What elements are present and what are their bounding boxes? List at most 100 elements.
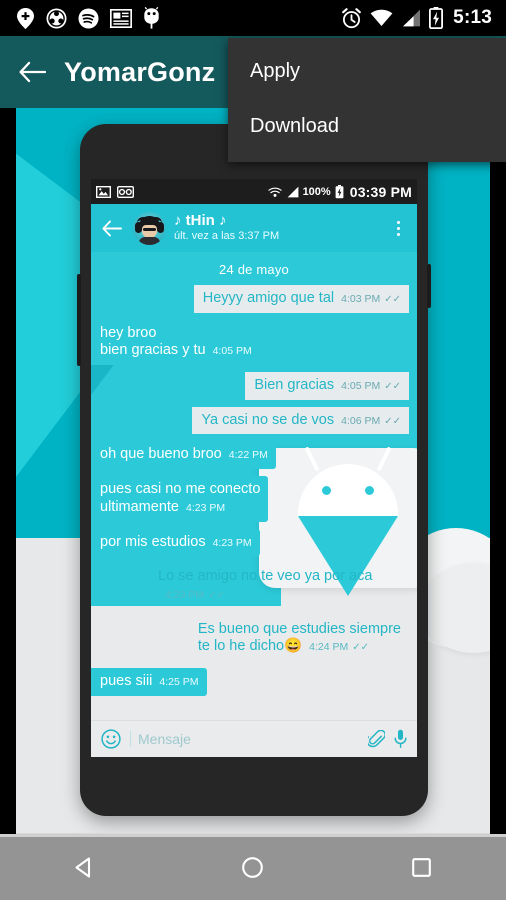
message-time: 4:06 PM <box>341 414 381 427</box>
message-bubble-out[interactable]: Bien gracias 4:05 PM ✓✓ <box>245 372 409 400</box>
menu-item-download[interactable]: Download <box>228 99 506 154</box>
message-bubble-out[interactable]: Ya casi no se de vos 4:06 PM ✓✓ <box>192 406 409 435</box>
message-text: Bien gracias <box>254 377 335 394</box>
wifi-icon <box>267 187 282 197</box>
news-layout-icon <box>110 8 132 28</box>
message-meta: 4:24 PM ✓✓ <box>309 638 369 656</box>
message-row: hey broo bien gracias y tu 4:05 PM <box>91 319 409 366</box>
message-bubble-out[interactable]: Es bueno que estudies siempre te lo he di… <box>194 616 409 661</box>
chat-back-button[interactable] <box>99 220 125 237</box>
read-receipt-ticks-icon: ✓✓ <box>384 381 401 393</box>
image-icon <box>96 185 111 198</box>
wifi-icon <box>370 9 393 26</box>
nav-home-button[interactable] <box>218 854 288 881</box>
system-clock: 5:13 <box>453 7 492 28</box>
arrow-left-icon <box>102 220 122 236</box>
message-time: 4:03 PM <box>341 293 381 305</box>
message-text: pues casi no me conecto ultimamente <box>100 481 261 515</box>
location-pin-plus-icon <box>17 7 34 29</box>
status-indicators: 5:13 <box>341 7 498 29</box>
message-meta: 4:05 PM ✓✓ <box>341 377 401 395</box>
message-text: Ya casi no se de vos <box>201 411 335 428</box>
nav-back-button[interactable] <box>49 854 119 881</box>
message-time: 4:23 PM <box>212 536 252 549</box>
chat-contact-name: ♪ tHin ♪ <box>174 212 227 230</box>
arrow-left-icon <box>18 61 46 83</box>
read-receipt-ticks-icon: ✓✓ <box>208 589 225 601</box>
nav-back-triangle-icon <box>75 856 90 878</box>
cell-signal-icon <box>403 9 421 27</box>
message-bubble-in[interactable]: pues siii 4:25 PM <box>91 667 207 696</box>
cell-signal-icon <box>287 186 298 197</box>
message-input-bar[interactable]: Mensaje <box>91 720 417 757</box>
wallpaper-preview-stage[interactable]: 100% 03:39 PM ♪ tHin ♪ últ. vez a las 3:… <box>16 108 490 834</box>
device-screen: 100% 03:39 PM ♪ tHin ♪ últ. vez a las 3:… <box>91 179 417 757</box>
message-bubble-in[interactable]: hey broo bien gracias y tu 4:05 PM <box>91 319 260 366</box>
avatar-headphone-right <box>157 221 164 233</box>
battery-percent: 100% <box>302 185 331 198</box>
app-screen: 5:13 YomarGonz 100% 03:39 PM ♪ tHin ♪ úl… <box>0 0 506 900</box>
avatar[interactable] <box>133 211 166 245</box>
message-row: pues siii 4:25 PM <box>91 667 409 696</box>
chat-contact-info[interactable]: ♪ tHin ♪ últ. vez a las 3:37 PM <box>174 213 383 242</box>
paperclip-icon[interactable] <box>368 729 385 749</box>
message-row: oh que bueno broo 4:22 PM <box>91 441 409 470</box>
message-meta: 4:23 PM <box>186 499 225 517</box>
message-list: 24 de mayo Heyyy amigo que tal 4:03 PM ✓✓ h… <box>91 252 417 696</box>
navbar-divider <box>0 834 506 837</box>
microphone-icon[interactable] <box>394 729 407 749</box>
message-meta: 4:23 PM ✓✓ <box>165 586 225 604</box>
message-meta: 4:22 PM <box>229 446 268 464</box>
android-bug-icon <box>144 7 159 29</box>
read-receipt-ticks-icon: ✓✓ <box>384 294 401 305</box>
message-meta: 4:03 PM ✓✓ <box>341 290 401 308</box>
overflow-menu[interactable]: Apply Download <box>228 38 506 162</box>
message-bubble-out[interactable]: Lo se amigo no te veo ya por aca4:23 PM ✓… <box>154 563 409 608</box>
read-receipt-ticks-icon: ✓✓ <box>352 642 370 654</box>
message-bubble-in[interactable]: pues casi no me conecto ultimamente 4:23 P… <box>91 476 269 522</box>
voicemail-icon <box>117 185 134 198</box>
preview-status-bar: 100% 03:39 PM <box>91 179 417 204</box>
emoji-smiley-icon[interactable] <box>101 729 121 749</box>
preview-notification-icons <box>96 185 268 198</box>
message-meta: 4:25 PM <box>159 673 198 691</box>
message-meta: 4:06 PM ✓✓ <box>341 412 401 430</box>
system-navigation-bar <box>0 834 506 900</box>
battery-charging-icon <box>335 184 344 198</box>
message-row: pues casi no me conecto ultimamente 4:23 P… <box>91 476 409 522</box>
message-row: Heyyy amigo que tal 4:03 PM ✓✓ <box>99 285 409 313</box>
message-time: 4:25 PM <box>159 675 199 688</box>
message-bubble-out[interactable]: Heyyy amigo que tal 4:03 PM ✓✓ <box>193 285 409 313</box>
preview-chat-header: ♪ tHin ♪ últ. vez a las 3:37 PM <box>91 204 417 252</box>
avatar-body <box>139 236 160 245</box>
message-row: Bien gracias 4:05 PM ✓✓ <box>99 372 409 400</box>
alarm-clock-icon <box>342 7 362 28</box>
message-text: pues siii <box>100 672 153 689</box>
message-row: por mis estudios 4:23 PM <box>91 528 409 557</box>
message-text: hey broo bien gracias y tu <box>100 324 206 359</box>
battery-charging-icon <box>429 7 444 29</box>
back-button[interactable] <box>0 61 64 83</box>
device-mockup-frame: 100% 03:39 PM ♪ tHin ♪ últ. vez a las 3:… <box>77 124 431 816</box>
message-input-placeholder[interactable]: Mensaje <box>130 731 359 747</box>
page-title: YomarGonz <box>64 56 216 87</box>
nav-recents-button[interactable] <box>387 854 457 881</box>
message-text: oh que bueno broo <box>100 446 222 463</box>
message-time: 4:05 PM <box>341 380 381 393</box>
message-row: Ya casi no se de vos 4:06 PM ✓✓ <box>99 406 409 435</box>
message-text: Lo se amigo no te veo ya por aca <box>158 568 373 585</box>
preview-status-indicators: 100% 03:39 PM <box>267 184 412 200</box>
message-bubble-in[interactable]: por mis estudios 4:23 PM <box>91 528 260 557</box>
preview-chat-body: 24 de mayo Heyyy amigo que tal 4:03 PM ✓✓ h… <box>91 252 417 720</box>
chat-contact-status: últ. vez a las 3:37 PM <box>174 230 280 243</box>
message-time: 4:05 PM <box>212 345 252 358</box>
device-power-button <box>427 264 431 308</box>
nav-recents-square-icon <box>412 857 431 877</box>
message-bubble-in[interactable]: oh que bueno broo 4:22 PM <box>91 441 276 470</box>
message-time: 4:22 PM <box>228 449 268 462</box>
message-row: Lo se amigo no te veo ya por aca4:23 PM ✓… <box>99 563 409 608</box>
menu-item-apply[interactable]: Apply <box>228 44 506 99</box>
more-vertical-icon[interactable] <box>391 220 409 236</box>
message-text: Heyyy amigo que tal <box>202 290 335 306</box>
message-meta: 4:05 PM <box>213 342 252 360</box>
